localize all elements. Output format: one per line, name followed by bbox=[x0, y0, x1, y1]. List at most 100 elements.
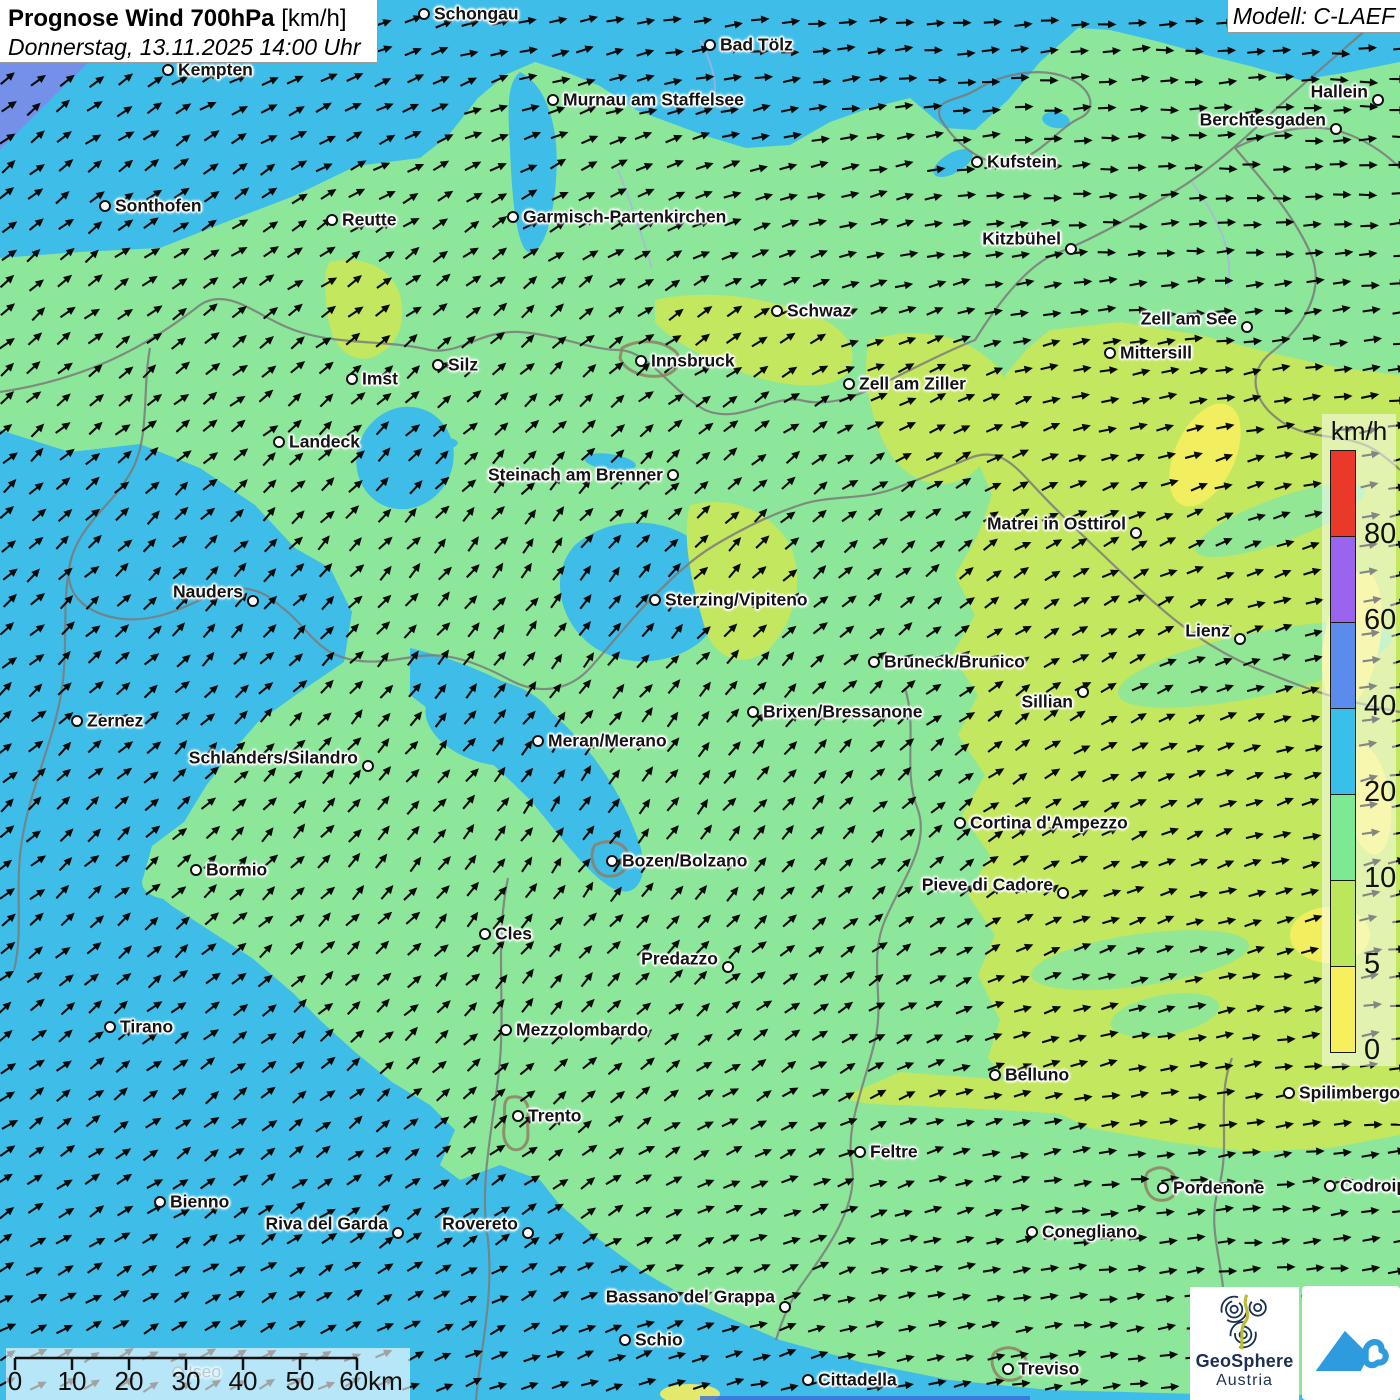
city-marker bbox=[547, 94, 559, 106]
city-marker bbox=[1104, 347, 1116, 359]
city-label: Conegliano bbox=[1042, 1223, 1137, 1241]
city-marker bbox=[971, 156, 983, 168]
city-label: Bormio bbox=[206, 861, 267, 879]
city-marker bbox=[704, 39, 716, 51]
city-label: Cles bbox=[495, 925, 532, 943]
city-marker bbox=[392, 1227, 404, 1239]
city-marker bbox=[162, 64, 174, 76]
scale-tick-label: 40 bbox=[229, 1366, 258, 1397]
city-marker bbox=[522, 1227, 534, 1239]
city-marker bbox=[802, 1374, 814, 1386]
city-marker bbox=[418, 8, 430, 20]
city-marker bbox=[747, 706, 759, 718]
city-label: Kufstein bbox=[987, 153, 1057, 171]
city-marker bbox=[619, 1334, 631, 1346]
city-marker bbox=[346, 373, 358, 385]
city-label: Kitzbühel bbox=[982, 230, 1061, 248]
city-label: Zernez bbox=[87, 712, 143, 730]
legend: km/h 806040201050 bbox=[1322, 414, 1396, 1066]
city-marker bbox=[362, 760, 374, 772]
legend-color-box bbox=[1330, 794, 1356, 881]
title-box: Prognose Wind 700hPa [km/h] Donnerstag, … bbox=[0, 0, 378, 63]
city-label: Matrei in Osttirol bbox=[987, 515, 1126, 533]
city-label: Pordenone bbox=[1173, 1179, 1264, 1197]
city-label: Zell am See bbox=[1141, 310, 1237, 328]
city-marker bbox=[635, 355, 647, 367]
city-marker bbox=[1002, 1363, 1014, 1375]
legend-color-box bbox=[1330, 450, 1356, 537]
city-label: Berchtesgaden bbox=[1200, 111, 1326, 129]
city-label: Innsbruck bbox=[651, 352, 735, 370]
city-marker bbox=[667, 469, 679, 481]
city-marker bbox=[71, 715, 83, 727]
city-marker bbox=[954, 817, 966, 829]
wind-forecast-map: SchongauBad TölzKemptenMurnau am Staffel… bbox=[0, 0, 1400, 1400]
city-label: Riva del Garda bbox=[265, 1215, 388, 1233]
legend-tick-label: 60 bbox=[1364, 604, 1396, 637]
scale-tick-label: 50 bbox=[286, 1366, 315, 1397]
title-parameter: Prognose Wind 700hPa bbox=[8, 5, 275, 32]
city-marker bbox=[1234, 633, 1246, 645]
valid-time: Donnerstag, 13.11.2025 14:00 Uhr bbox=[8, 34, 369, 60]
city-marker bbox=[843, 378, 855, 390]
city-label: Predazzo bbox=[641, 950, 718, 968]
city-label: Landeck bbox=[289, 433, 360, 451]
scale-tick-label: 0 bbox=[8, 1366, 22, 1397]
city-label: Silz bbox=[448, 356, 478, 374]
legend-tick-label: 80 bbox=[1364, 518, 1396, 551]
geosphere-wordmark: GeoSphere bbox=[1190, 1351, 1299, 1372]
city-marker bbox=[854, 1146, 866, 1158]
city-label: Reutte bbox=[342, 211, 396, 229]
scale-tick-label: 10 bbox=[58, 1366, 87, 1397]
legend-tick-label: 5 bbox=[1364, 948, 1380, 981]
page-title: Prognose Wind 700hPa [km/h] bbox=[8, 5, 369, 34]
city-marker bbox=[1130, 527, 1142, 539]
scale-tick-label: 30 bbox=[172, 1366, 201, 1397]
city-marker bbox=[190, 864, 202, 876]
city-label: Lienz bbox=[1185, 622, 1230, 640]
city-label: Murnau am Staffelsee bbox=[563, 91, 744, 109]
city-marker bbox=[779, 1301, 791, 1313]
city-marker bbox=[1324, 1180, 1336, 1192]
city-label: Nauders bbox=[173, 583, 243, 601]
city-marker bbox=[326, 214, 338, 226]
model-box: Modell: C-LAEF bbox=[1227, 0, 1400, 33]
legend-color-box bbox=[1330, 536, 1356, 623]
city-label: Bad Tölz bbox=[720, 36, 793, 54]
geosphere-logo: GeoSphere Austria bbox=[1190, 1287, 1299, 1400]
city-marker bbox=[1077, 686, 1089, 698]
city-marker bbox=[154, 1196, 166, 1208]
city-label: Schlanders/Silandro bbox=[189, 749, 358, 767]
city-label: Bruneck/Brunico bbox=[884, 653, 1025, 671]
austria-label: Austria bbox=[1190, 1372, 1299, 1390]
city-label: Schio bbox=[635, 1331, 683, 1349]
city-label: Spilimbergo bbox=[1299, 1084, 1400, 1102]
city-marker bbox=[1157, 1182, 1169, 1194]
city-label: Garmisch-Partenkirchen bbox=[523, 208, 726, 226]
city-marker bbox=[722, 961, 734, 973]
legend-tick-label: 10 bbox=[1364, 862, 1396, 895]
city-marker bbox=[1372, 94, 1384, 106]
city-label: Bassano del Grappa bbox=[606, 1288, 775, 1306]
legend-color-scale: 806040201050 bbox=[1330, 450, 1356, 1054]
city-label: Sterzing/Vipiteno bbox=[665, 591, 808, 609]
city-label: Sonthofen bbox=[115, 197, 202, 215]
legend-tick-label: 0 bbox=[1364, 1034, 1380, 1067]
city-label: Meran/Merano bbox=[548, 732, 667, 750]
city-marker bbox=[479, 928, 491, 940]
city-marker bbox=[989, 1069, 1001, 1081]
city-marker bbox=[507, 211, 519, 223]
city-marker bbox=[273, 436, 285, 448]
city-label: Schongau bbox=[434, 5, 519, 23]
city-label: Belluno bbox=[1005, 1066, 1069, 1084]
city-label: Pieve di Cadore bbox=[922, 876, 1053, 894]
city-marker bbox=[500, 1024, 512, 1036]
city-marker bbox=[104, 1021, 116, 1033]
title-unit: [km/h] bbox=[281, 5, 346, 32]
city-label: Treviso bbox=[1018, 1360, 1079, 1378]
city-label: Sillian bbox=[1021, 693, 1073, 711]
city-marker bbox=[868, 656, 880, 668]
legend-color-box bbox=[1330, 708, 1356, 795]
city-marker bbox=[247, 595, 259, 607]
legend-color-box bbox=[1330, 966, 1356, 1053]
